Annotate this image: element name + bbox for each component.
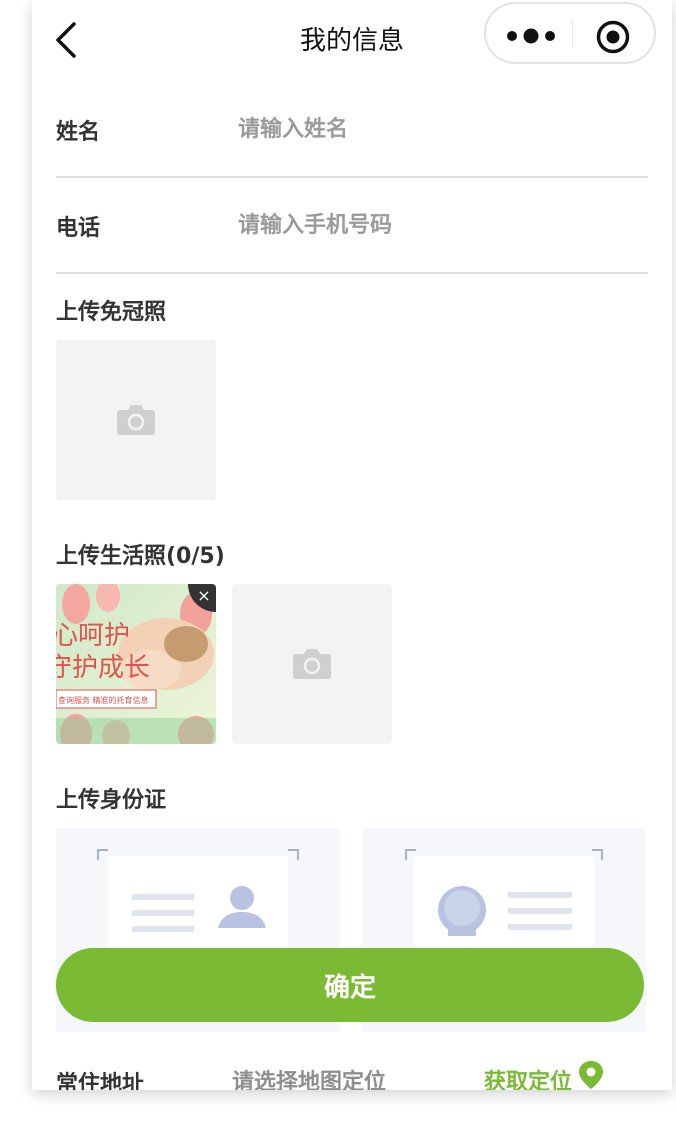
nav-bar: 我的信息: [32, 0, 672, 80]
name-input[interactable]: [236, 108, 640, 150]
more-button[interactable]: [504, 4, 558, 62]
location-pin-icon[interactable]: [578, 1060, 604, 1090]
life-photo-upload[interactable]: [232, 584, 392, 744]
photo-banner-text: 查询服务 精准的托育信息: [58, 695, 149, 705]
capsule-divider: [572, 20, 573, 48]
more-dots-icon: [507, 28, 555, 44]
hatless-photo-title: 上传免冠照: [56, 300, 167, 325]
confirm-button[interactable]: 确定: [56, 948, 644, 1022]
phone-label: 电话: [56, 216, 101, 241]
address-label: 常住地址: [56, 1072, 145, 1090]
camera-icon: [293, 649, 331, 679]
close-miniprogram-button[interactable]: [596, 20, 630, 54]
idcard-title: 上传身份证: [56, 788, 167, 813]
photo-text-line1: 心呵护: [56, 621, 130, 651]
page: 我的信息 姓名 电话 上传免冠照: [32, 0, 672, 1090]
life-photo-thumbnail[interactable]: 心呵护 守护成长 查询服务 精准的托育信息 ×: [56, 584, 216, 744]
name-label: 姓名: [56, 120, 101, 145]
life-photo-title: 上传生活照(0/5): [56, 544, 225, 569]
photo-text-line2: 守护成长: [56, 653, 150, 683]
life-photo-image: 心呵护 守护成长 查询服务 精准的托育信息: [56, 584, 216, 744]
address-field[interactable]: 请选择地图定位: [232, 1064, 386, 1090]
name-row: 姓名: [56, 82, 648, 178]
phone-row: 电话: [56, 178, 648, 274]
phone-input[interactable]: [236, 204, 640, 246]
get-location-button[interactable]: 获取定位: [484, 1064, 572, 1090]
hatless-photo-upload[interactable]: [56, 340, 216, 500]
target-icon: [596, 20, 630, 54]
camera-icon: [117, 405, 155, 435]
menu-capsule: [484, 2, 656, 64]
